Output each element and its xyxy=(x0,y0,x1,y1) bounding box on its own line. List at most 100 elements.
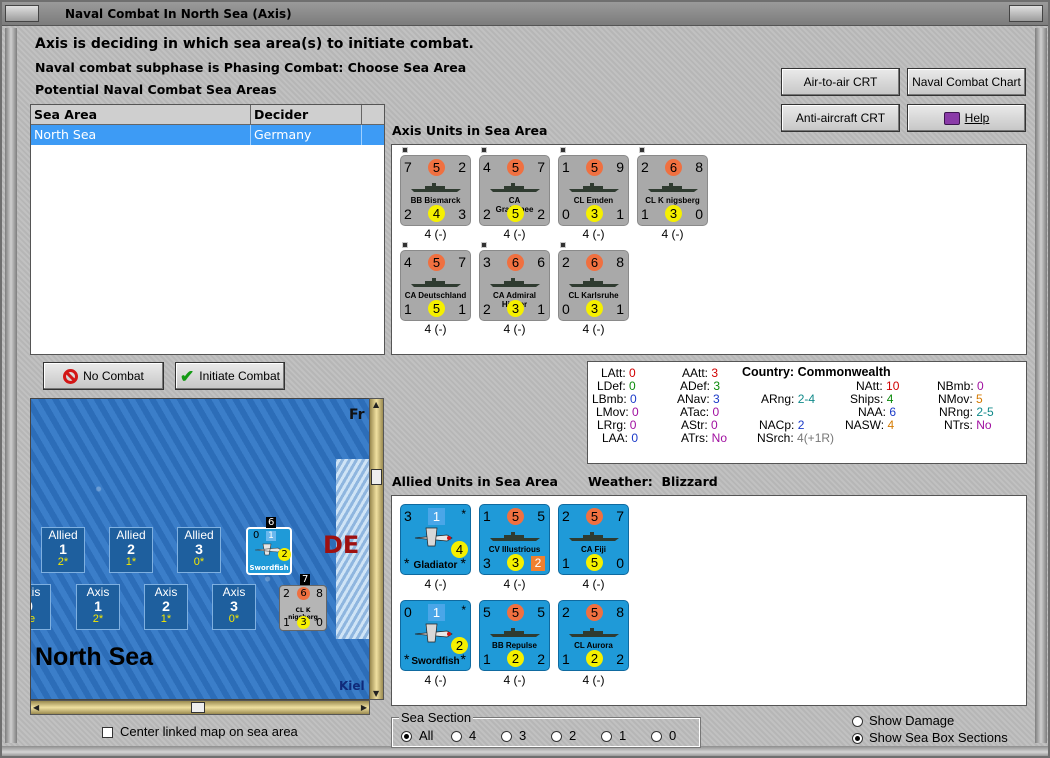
sea-section-radio-4[interactable] xyxy=(451,731,462,742)
unit-name: CL Emden xyxy=(573,196,614,205)
sea-box-modifier: 1* xyxy=(160,613,172,625)
sea-box-side: Allied xyxy=(184,528,214,542)
defense-factor: 1 xyxy=(562,555,570,571)
sea-section-radio-3[interactable] xyxy=(501,731,512,742)
warship-icon xyxy=(569,628,619,637)
axis-unit-counter[interactable]: 2 6 8 CL K nigsberg 1 3 0 xyxy=(637,155,708,226)
movement-factor: 5 xyxy=(507,159,524,176)
axis-unit-counter[interactable]: 7 5 2 BB Bismarck 2 4 3 xyxy=(400,155,471,226)
stat-ldef: LDef: 0 xyxy=(597,379,636,393)
axis-sea-box[interactable]: Axis 1 2* xyxy=(76,584,120,630)
aa-factor: 3 xyxy=(665,205,682,222)
axis-unit-counter[interactable]: 1 5 9 CL Emden 0 3 1 xyxy=(558,155,629,226)
attack-factor: 2 xyxy=(562,508,570,524)
sea-section-radio-1[interactable] xyxy=(601,731,612,742)
movement-factor: 6 xyxy=(665,159,682,176)
axis-units-panel: 7 5 2 BB Bismarck 2 4 3 4 (-) 4 5 7 CA Graf Spee 2 5 2 4… xyxy=(391,144,1027,355)
axis-unit-counter[interactable]: 2 6 8 CL Karlsruhe 0 3 1 xyxy=(558,250,629,321)
left-frame-rail xyxy=(5,28,17,743)
allied-unit-counter[interactable]: 1 5 5 CV Illustrious 3 3 2 xyxy=(479,504,550,575)
system-menu-icon[interactable] xyxy=(5,5,39,22)
axis-sea-box[interactable]: Axis 2 1* xyxy=(144,584,188,630)
ship-stack-count: 7 xyxy=(300,574,311,585)
stat-nacp: NACp: 2 xyxy=(759,418,805,432)
sea-box-side: Axis xyxy=(31,585,41,599)
sea-section-radio-all[interactable] xyxy=(401,731,412,742)
movement-factor: 5 xyxy=(428,159,445,176)
map-air-stack[interactable]: 6 1 0 2 Swordfish xyxy=(246,517,292,575)
scroll-left-icon[interactable]: ◀ xyxy=(33,703,39,712)
help-label: Help xyxy=(964,111,990,125)
close-icon[interactable] xyxy=(1009,5,1043,22)
sea-section-option-label: 4 xyxy=(469,728,477,743)
attack-factor: 1 xyxy=(483,508,491,524)
sea-section-radio-2[interactable] xyxy=(551,731,562,742)
axis-sea-box[interactable]: Axis0ne xyxy=(31,584,51,630)
show-sections-radio[interactable] xyxy=(852,733,863,744)
show-damage-radio[interactable] xyxy=(852,716,863,727)
sea-box-modifier: ne xyxy=(31,613,50,625)
naval-combat-chart-button[interactable]: Naval Combat Chart xyxy=(907,68,1026,96)
axis-units-heading: Axis Units in Sea Area xyxy=(392,123,548,138)
range-factor: 8 xyxy=(695,159,703,175)
air-attack-factor: 0 xyxy=(404,604,412,620)
allied-unit-counter[interactable]: 0 1 * 2 * * Swordfish xyxy=(400,600,471,671)
movement-factor: 5 xyxy=(586,604,603,621)
help-button[interactable]: Help xyxy=(907,104,1026,132)
initiate-combat-button[interactable]: ✔ Initiate Combat xyxy=(175,362,285,390)
sea-area-map[interactable]: Fr DE Kiel North Sea Allied 1 2* Allied 2 1* A… xyxy=(30,398,370,700)
air-range-factor: 1 xyxy=(428,604,445,621)
allied-unit-counter[interactable]: 2 5 8 CL Aurora 1 2 2 xyxy=(558,600,629,671)
table-row[interactable]: North Sea Germany xyxy=(31,125,384,145)
column-header-sea-area: Sea Area xyxy=(31,105,251,124)
allied-sea-box[interactable]: Allied 2 1* xyxy=(109,527,153,573)
selection-marker xyxy=(639,147,645,153)
axis-unit-counter[interactable]: 4 5 7 CA Graf Spee 2 5 2 xyxy=(479,155,550,226)
map-ship-stack[interactable]: 7 2 6 8 CL K nigsberg 1 3 0 xyxy=(279,574,327,631)
map-vertical-scrollbar[interactable]: ▲ ▼ xyxy=(369,398,384,700)
asw-factor: 1 xyxy=(458,301,466,317)
allied-sea-box[interactable]: Allied 1 2* xyxy=(41,527,85,573)
sea-box-side: Axis xyxy=(86,585,110,599)
warship-icon xyxy=(490,628,540,637)
horizontal-scroll-thumb[interactable] xyxy=(191,702,205,713)
warship-icon xyxy=(490,278,540,287)
warship-icon xyxy=(569,183,619,192)
allied-unit-counter[interactable]: 3 1 * 4 * * Gladiator xyxy=(400,504,471,575)
map-horizontal-scrollbar[interactable]: ◀ ▶ xyxy=(30,700,370,715)
sea-box-number: 1 xyxy=(94,598,102,614)
air-star-marker: * xyxy=(461,603,466,617)
vertical-scroll-thumb[interactable] xyxy=(371,469,382,485)
map-country-label: DE xyxy=(323,531,360,559)
stat-aatt: AAtt: 3 xyxy=(682,366,719,380)
range-factor: 2 xyxy=(458,159,466,175)
aa-factor: 2 xyxy=(586,650,603,667)
scroll-down-icon[interactable]: ▼ xyxy=(373,689,379,698)
allied-unit-counter[interactable]: 5 5 5 BB Repulse 1 2 2 xyxy=(479,600,550,671)
sea-section-radio-0[interactable] xyxy=(651,731,662,742)
show-damage-label: Show Damage xyxy=(869,713,955,728)
axis-unit-counter[interactable]: 366CA AdmiralHipper231 xyxy=(479,250,550,321)
movement-factor: 6 xyxy=(507,254,524,271)
unit-caption: 4 (-) xyxy=(424,673,447,687)
axis-unit-counter[interactable]: 4 5 7 CA Deutschland 1 5 1 xyxy=(400,250,471,321)
scroll-up-icon[interactable]: ▲ xyxy=(373,400,379,409)
anti-aircraft-crt-button[interactable]: Anti-aircraft CRT xyxy=(781,104,900,132)
title-bar: Naval Combat In North Sea (Axis) xyxy=(2,2,1048,26)
center-map-checkbox[interactable] xyxy=(102,727,113,738)
subphase-status: Naval combat subphase is Phasing Combat:… xyxy=(35,60,467,75)
stat-nbmb: NBmb: 0 xyxy=(937,379,984,393)
scroll-right-icon[interactable]: ▶ xyxy=(361,703,367,712)
range-factor: 8 xyxy=(616,254,624,270)
stat-lmov: LMov: 0 xyxy=(596,405,639,419)
axis-sea-box[interactable]: Axis 3 0* xyxy=(212,584,256,630)
allied-sea-box[interactable]: Allied 3 0* xyxy=(177,527,221,573)
help-book-icon xyxy=(943,111,960,125)
movement-factor: 5 xyxy=(586,508,603,525)
air-to-air-crt-button[interactable]: Air-to-air CRT xyxy=(781,68,900,96)
no-combat-button[interactable]: No Combat xyxy=(43,362,164,390)
range-factor: 5 xyxy=(537,604,545,620)
allied-unit-counter[interactable]: 2 5 7 CA Fiji 1 5 0 xyxy=(558,504,629,575)
selection-marker xyxy=(402,242,408,248)
naval-chart-label: Naval Combat Chart xyxy=(912,75,1021,89)
